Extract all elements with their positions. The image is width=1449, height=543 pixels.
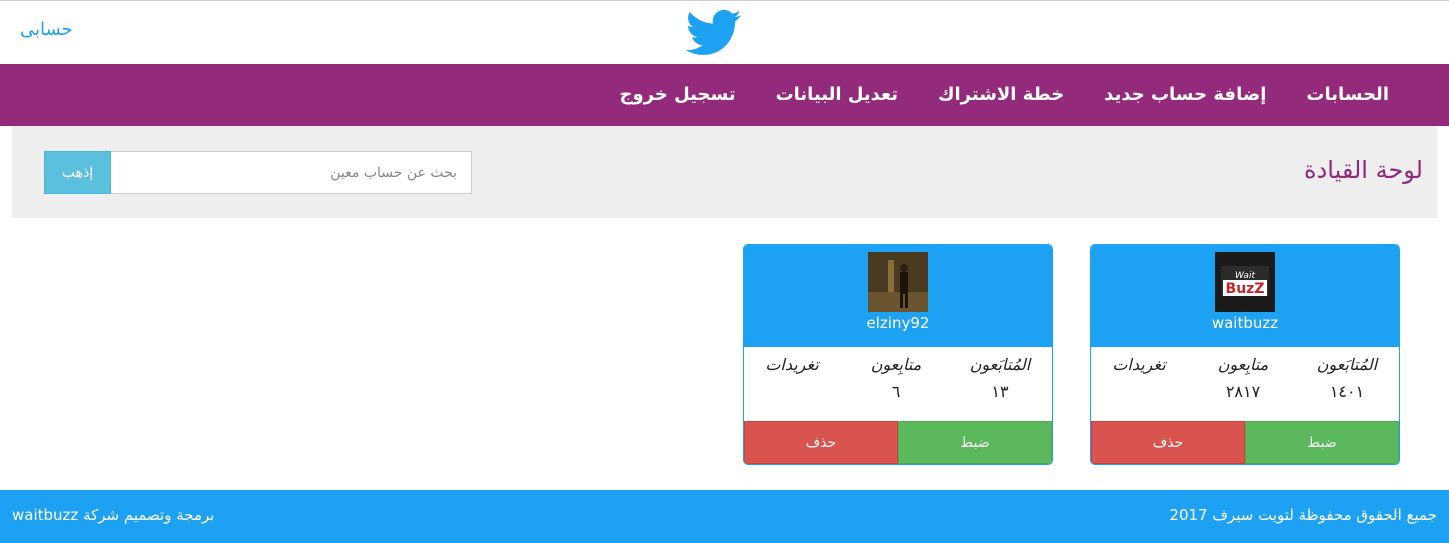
my-account-link[interactable]: حسابى (20, 19, 73, 40)
account-stats: المُتابَعون ١٤٠١ متابِعون ٢٨١٧ تغريدات (1091, 347, 1399, 423)
waitbuzz-logo-avatar: Wait BuzZ (1215, 252, 1275, 312)
nav-menu: الحسابات إضافة حساب جديد خطة الاشتراك تع… (600, 64, 1389, 126)
search-input[interactable] (111, 151, 472, 194)
card-header: Wait BuzZ waitbuzz (1091, 245, 1399, 347)
svg-text:BuzZ: BuzZ (1226, 281, 1265, 297)
stat-value: ٦ (891, 382, 901, 401)
nav-item-logout[interactable]: تسجيل خروج (600, 64, 756, 126)
stat-tweets: تغريدات (1091, 355, 1187, 382)
stat-label: متابِعون (870, 355, 922, 374)
stat-followers: متابِعون ٢٨١٧ (1195, 355, 1291, 401)
svg-text:Wait: Wait (1235, 271, 1255, 281)
card-header: elziny92 (744, 245, 1052, 347)
settings-button[interactable]: ضبط (1245, 421, 1399, 464)
user-photo-avatar (868, 252, 928, 312)
credit-text: برمجة وتصميم شركة waitbuzz (12, 506, 215, 524)
settings-button[interactable]: ضبط (898, 421, 1052, 464)
main-navbar: الحسابات إضافة حساب جديد خطة الاشتراك تع… (0, 64, 1449, 126)
footer: جميع الحقوق محفوظة لتويت سيرف 2017 برمجة… (0, 490, 1449, 543)
delete-button[interactable]: حذف (744, 421, 898, 464)
copyright-text: جميع الحقوق محفوظة لتويت سيرف 2017 (1169, 506, 1437, 524)
stat-value: ١٤٠١ (1329, 382, 1365, 401)
card-actions: حذف ضبط (744, 421, 1052, 464)
stat-label: المُتابَعون (969, 355, 1031, 374)
stat-followers: متابِعون ٦ (848, 355, 944, 401)
nav-item-edit-profile[interactable]: تعديل البيانات (756, 64, 918, 126)
account-stats: المُتابَعون ١٣ متابِعون ٦ تغريدات (744, 347, 1052, 423)
stat-value: ٢٨١٧ (1225, 382, 1261, 401)
nav-item-subscription-plan[interactable]: خطة الاشتراك (918, 64, 1084, 126)
stat-label: المُتابَعون (1316, 355, 1378, 374)
stat-following: المُتابَعون ١٣ (952, 355, 1048, 401)
stat-value: ١٣ (991, 382, 1009, 401)
nav-item-add-account[interactable]: إضافة حساب جديد (1084, 64, 1286, 126)
dashboard-bar: لوحة القيادة إذهب (12, 126, 1437, 218)
stat-following: المُتابَعون ١٤٠١ (1299, 355, 1395, 401)
stat-label: تغريدات (1112, 355, 1166, 374)
go-button[interactable]: إذهب (44, 151, 111, 194)
stat-tweets: تغريدات (744, 355, 840, 382)
account-handle[interactable]: waitbuzz (1091, 314, 1399, 332)
twitter-bird-icon[interactable] (686, 9, 742, 57)
account-card: elziny92 المُتابَعون ١٣ متابِعون ٦ تغريد… (743, 244, 1053, 465)
top-header: حسابى (0, 0, 1449, 64)
stat-label: تغريدات (765, 355, 819, 374)
account-card: Wait BuzZ waitbuzz المُتابَعون ١٤٠١ متاب… (1090, 244, 1400, 465)
stat-label: متابِعون (1217, 355, 1269, 374)
nav-item-accounts[interactable]: الحسابات (1286, 64, 1389, 126)
account-handle[interactable]: elziny92 (744, 314, 1052, 332)
delete-button[interactable]: حذف (1091, 421, 1245, 464)
page-title: لوحة القيادة (1304, 156, 1423, 184)
search-form: إذهب (44, 151, 472, 194)
card-actions: حذف ضبط (1091, 421, 1399, 464)
